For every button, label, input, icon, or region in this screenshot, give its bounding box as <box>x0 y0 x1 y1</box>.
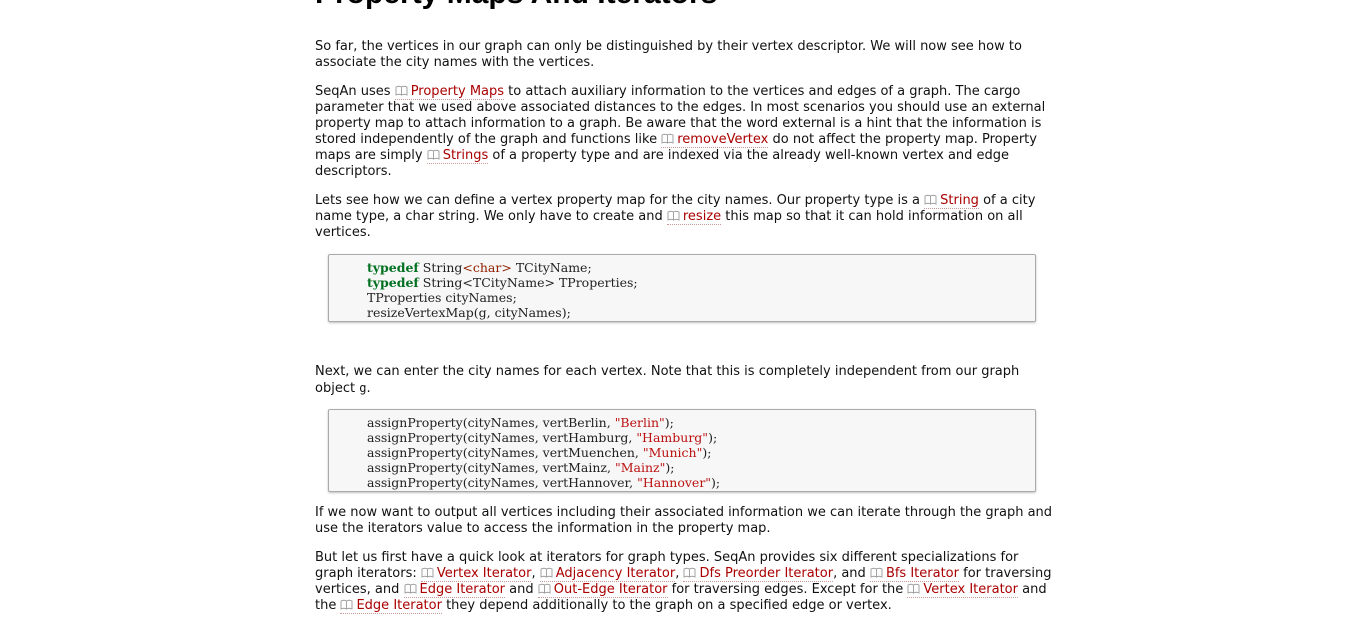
code-line: assignProperty(cityNames, vertMainz, "Ma… <box>367 460 675 475</box>
page-title: Property Maps And Iterators <box>315 0 717 12</box>
edge-iterator-link-2[interactable]: Edge Iterator <box>340 598 442 614</box>
code-block-assign-property: assignProperty(cityNames, vertBerlin, "B… <box>328 409 1036 492</box>
code-line: assignProperty(cityNames, vertBerlin, "B… <box>367 415 674 430</box>
vertex-iterator-link[interactable]: Vertex Iterator <box>420 566 532 582</box>
string-link[interactable]: String <box>924 193 979 209</box>
code-line: typedef String<TCityName> TProperties; <box>367 275 638 290</box>
code-line: TProperties cityNames; <box>367 290 517 305</box>
code-line: resizeVertexMap(g, cityNames); <box>367 305 571 320</box>
book-icon <box>540 567 553 578</box>
book-icon <box>538 583 551 594</box>
book-icon <box>907 583 920 594</box>
code-line: assignProperty(cityNames, vertMuenchen, … <box>367 445 712 460</box>
paragraph-enter-city-names: Next, we can enter the city names for ea… <box>315 364 1020 396</box>
book-icon <box>421 567 434 578</box>
vertex-iterator-link-2[interactable]: Vertex Iterator <box>907 582 1018 598</box>
book-icon <box>870 567 883 578</box>
adjacency-iterator-link[interactable]: Adjacency Iterator <box>539 566 676 582</box>
book-icon <box>404 583 416 594</box>
paragraph-intro: So far, the vertices in our graph can on… <box>315 39 1022 70</box>
paragraph-output-vertices: If we now want to output all vertices in… <box>315 505 1053 536</box>
book-icon <box>684 567 696 578</box>
book-icon <box>341 599 353 610</box>
paragraph-property-maps: SeqAn uses Property Maps to attach auxil… <box>315 84 1046 179</box>
bfs-iterator-link[interactable]: Bfs Iterator <box>869 566 959 582</box>
code-line: typedef String<char> TCityName; <box>367 260 592 275</box>
out-edge-iterator-link[interactable]: Out-Edge Iterator <box>537 582 668 598</box>
code-line: assignProperty(cityNames, vertHannover, … <box>367 475 721 490</box>
book-icon <box>427 149 440 160</box>
code-line: assignProperty(cityNames, vertHamburg, "… <box>367 430 718 445</box>
strings-link[interactable]: Strings <box>426 148 489 164</box>
resize-link[interactable]: resize <box>666 209 722 225</box>
book-icon <box>667 210 680 221</box>
book-icon <box>924 194 937 205</box>
paragraph-iterators: But let us first have a quick look at it… <box>315 550 1052 614</box>
property-maps-link[interactable]: Property Maps <box>394 84 505 100</box>
edge-iterator-link[interactable]: Edge Iterator <box>403 582 506 598</box>
book-icon <box>395 85 408 96</box>
book-icon <box>661 133 674 144</box>
paragraph-vertex-property-map: Lets see how we can define a vertex prop… <box>315 193 1036 240</box>
dfs-preorder-iterator-link[interactable]: Dfs Preorder Iterator <box>683 566 834 582</box>
remove-vertex-link[interactable]: removeVertex <box>661 132 769 148</box>
code-block-property-map: typedef String<char> TCityName; typedef … <box>328 254 1036 322</box>
